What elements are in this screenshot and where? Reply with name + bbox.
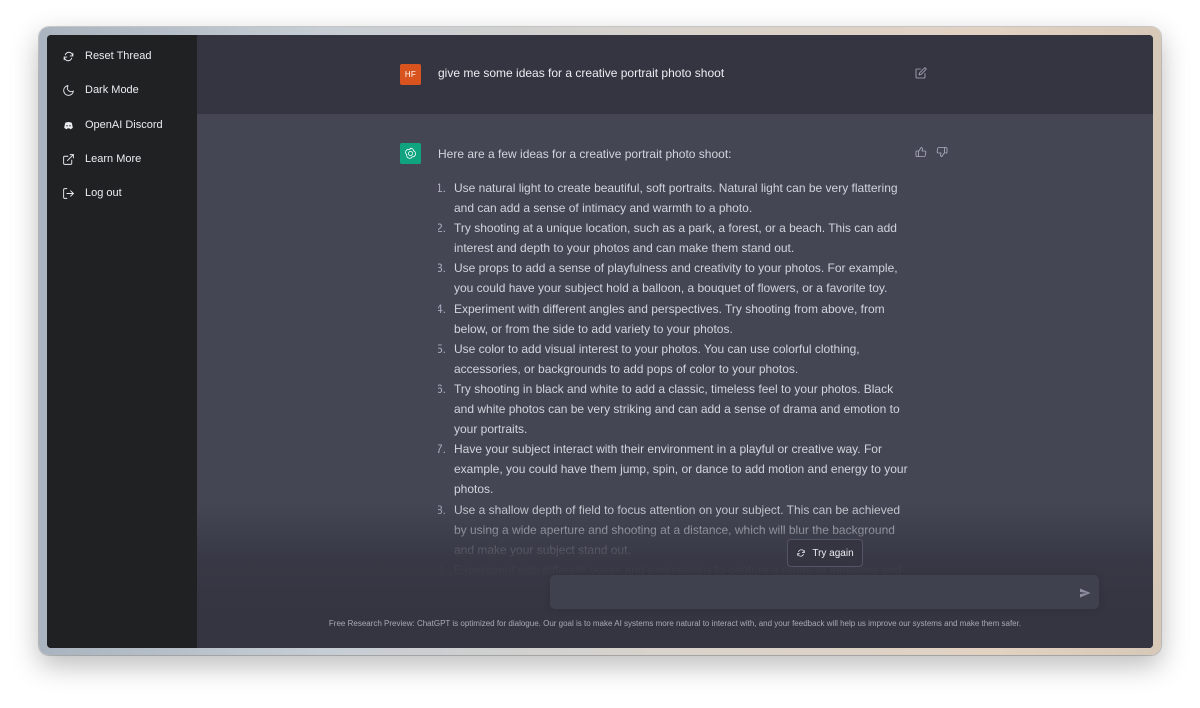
footer-disclaimer: Free Research Preview: ChatGPT is optimi… [328,619,1022,628]
thumbs-down-icon[interactable] [936,145,948,157]
sidebar-item-dark-mode[interactable]: Dark Mode [55,73,191,107]
conversation: HF give me some ideas for a creative por… [197,35,1153,648]
try-again-label: Try again [812,547,854,559]
try-again-button[interactable]: Try again [787,539,863,567]
list-number: 8. [438,502,447,517]
assistant-intro: Here are a few ideas for a creative port… [438,147,732,161]
list-item: 2. Try shooting at a unique location, suc… [438,218,913,258]
sidebar-item-label: Reset Thread [85,50,152,62]
list-item: 4. Experiment with different angles and p… [438,299,913,339]
list-text: Use natural light to create beautiful, s… [454,181,898,216]
list-number: 1. [438,181,447,195]
sidebar-item-openai-discord[interactable]: OpenAI Discord [55,108,191,142]
send-icon [1080,588,1091,598]
assistant-avatar [400,143,421,164]
user-message: HF give me some ideas for a creative por… [197,35,1153,115]
list-text: Try shooting at a unique location, such … [454,221,897,256]
list-item: 7. Have your subject interact with their … [438,439,913,499]
message-composer[interactable] [550,575,1099,609]
list-number: 5. [438,341,447,356]
sidebar-item-log-out[interactable]: Log out [55,176,191,210]
list-text: Use props to add a sense of playfulness … [454,261,898,296]
refresh-icon [61,49,75,63]
sidebar-item-reset-thread[interactable]: Reset Thread [55,39,191,73]
moon-icon [61,83,75,97]
list-text: Experiment with different angles and per… [454,301,885,336]
list-item: 6. Try shooting in black and white to add… [438,379,913,439]
sidebar-item-label: OpenAI Discord [85,119,163,131]
list-number: 4. [438,301,447,316]
list-text: Try shooting in black and white to add a… [454,381,900,437]
list-item: 3. Use props to add a sense of playfulnes… [438,258,913,298]
sidebar-item-learn-more[interactable]: Learn More [55,142,191,176]
thumbs-up-icon[interactable] [915,145,927,157]
list-item: 1. Use natural light to create beautiful,… [438,178,913,218]
assistant-answer: 1. Use natural light to create beautiful,… [438,178,913,574]
sidebar: Reset Thread Dark Mode OpenAI Discord Le… [47,35,197,648]
send-button[interactable] [1079,586,1091,598]
chatgpt-app: Reset Thread Dark Mode OpenAI Discord Le… [47,35,1153,648]
list-number: 6. [438,381,447,396]
list-item: 5. Use color to add visual interest to yo… [438,339,913,379]
list-text: Use color to add visual interest to your… [454,341,860,376]
list-number: 9. [438,562,447,574]
external-link-icon [61,152,75,166]
sidebar-item-label: Dark Mode [85,84,139,96]
user-avatar: HF [400,64,421,85]
sidebar-item-label: Learn More [85,153,142,165]
edit-icon[interactable] [915,66,927,79]
list-number: 3. [438,261,447,276]
sidebar-item-label: Log out [85,187,122,199]
user-message-text: give me some ideas for a creative portra… [438,66,725,80]
list-number: 2. [438,221,447,236]
list-text: Have your subject interact with their en… [454,442,908,497]
assistant-message: Here are a few ideas for a creative port… [197,114,1153,648]
discord-icon [61,118,75,132]
refresh-icon [797,549,806,557]
openai-logo-icon [405,147,416,159]
message-input[interactable] [560,583,1064,605]
ideas-list: 1. Use natural light to create beautiful,… [438,178,913,574]
logout-icon [61,186,75,200]
list-number: 7. [438,442,447,457]
